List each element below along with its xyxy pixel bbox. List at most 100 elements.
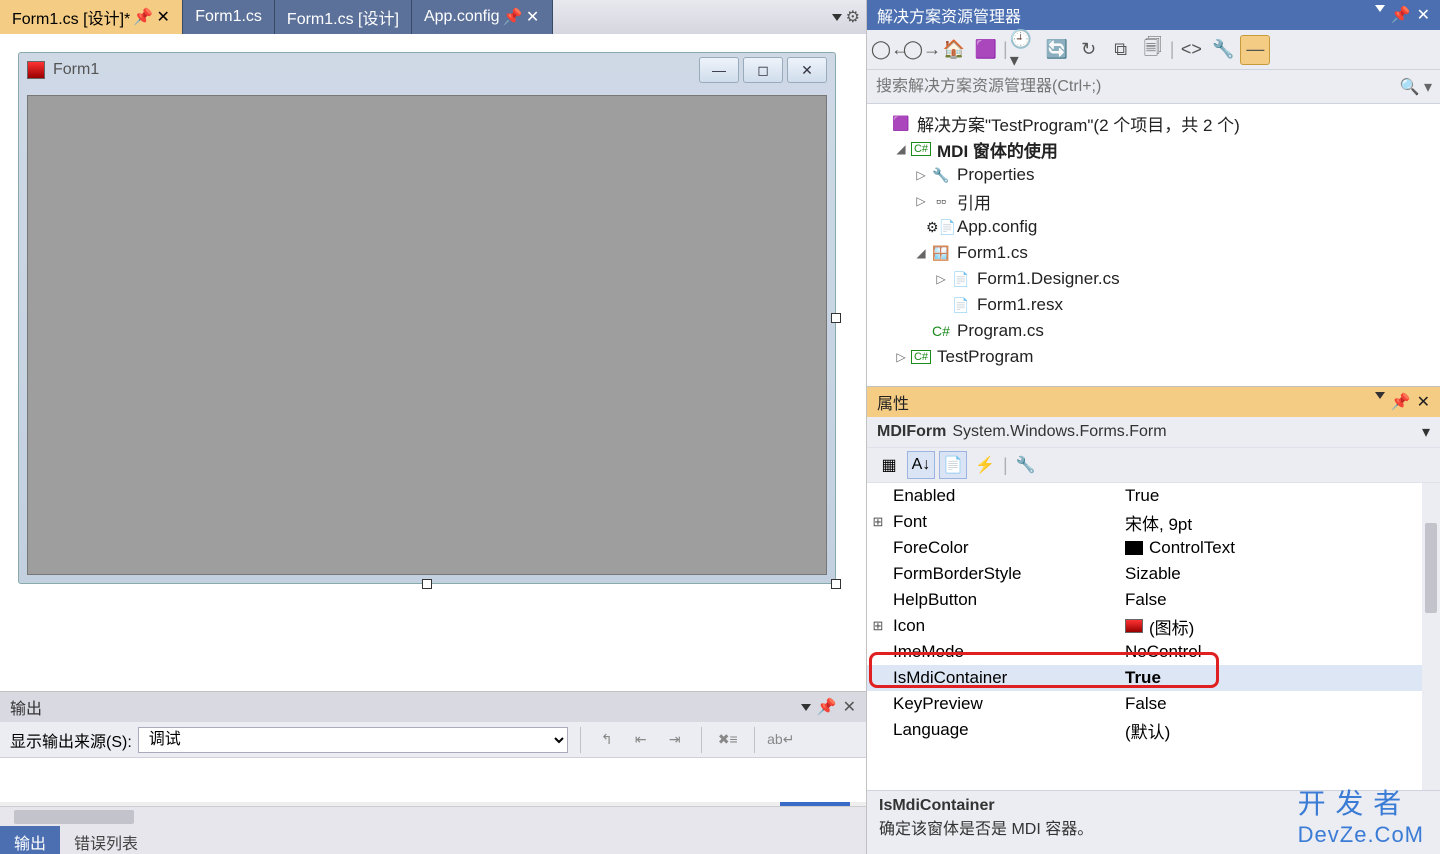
search-icon[interactable]: 🔍 ▾ — [1400, 77, 1432, 97]
refresh-icon[interactable]: ↻ — [1074, 35, 1104, 65]
step-next-icon[interactable]: ⇥ — [661, 727, 689, 753]
resx-file-icon: 📄 — [951, 296, 971, 314]
tree-form1-resx[interactable]: 📄Form1.resx — [867, 292, 1440, 318]
switch-view-icon[interactable]: 🟪 — [971, 35, 1001, 65]
output-header[interactable]: 输出 📌 ✕ — [0, 692, 866, 722]
tree-project-mdi[interactable]: ◢C#MDI 窗体的使用 — [867, 136, 1440, 162]
alphabetical-icon[interactable]: A↓ — [907, 451, 935, 479]
clear-icon[interactable]: ✖≡ — [714, 727, 742, 753]
tab-error-list[interactable]: 错误列表 — [60, 826, 152, 854]
wrench-icon[interactable]: 🔧 — [1208, 35, 1238, 65]
show-all-icon[interactable]: 🗐 — [1138, 35, 1168, 65]
properties-object-selector[interactable]: MDIForm System.Windows.Forms.Form ▾ — [867, 417, 1440, 447]
tree-app-config[interactable]: ⚙📄App.config — [867, 214, 1440, 240]
prop-row-helpbutton[interactable]: HelpButtonFalse — [867, 587, 1440, 613]
prop-row-forecolor[interactable]: ForeColorControlText — [867, 535, 1440, 561]
close-icon[interactable]: ✕ — [843, 697, 856, 717]
output-text[interactable] — [0, 758, 866, 802]
close-icon[interactable]: ✕ — [526, 10, 540, 24]
form-icon — [27, 61, 45, 79]
close-icon[interactable]: ✕ — [156, 10, 170, 24]
events-icon[interactable]: ⚡ — [971, 451, 999, 479]
tree-program[interactable]: C#Program.cs — [867, 318, 1440, 344]
minimize-button[interactable]: — — [699, 57, 739, 83]
back-icon[interactable]: ◯← — [875, 35, 905, 65]
prop-row-icon[interactable]: ⊞Icon(图标) — [867, 613, 1440, 639]
resize-handle-corner[interactable] — [831, 579, 841, 589]
properties-object-name: MDIForm — [877, 423, 946, 441]
form-icon — [1125, 619, 1143, 633]
vertical-scrollbar[interactable] — [1422, 483, 1440, 790]
prop-row-language[interactable]: Language(默认) — [867, 717, 1440, 743]
step-prev-icon[interactable]: ⇤ — [627, 727, 655, 753]
tab-form1-cs[interactable]: Form1.cs — [183, 0, 275, 34]
properties-icon[interactable]: 📄 — [939, 451, 967, 479]
prop-row-imemode[interactable]: ImeModeNoControl — [867, 639, 1440, 665]
mdi-client-area[interactable] — [27, 95, 827, 575]
output-panel: 输出 📌 ✕ 显示输出来源(S): 调试 ↰ ⇤ ⇥ ✖≡ ab↵ 输出 错误列表 — [0, 691, 866, 854]
dropdown-icon[interactable] — [1375, 392, 1385, 399]
close-button[interactable]: ✕ — [787, 57, 827, 83]
prop-row-ismdicontainer[interactable]: IsMdiContainerTrue — [867, 665, 1440, 691]
solution-search: 🔍 ▾ — [867, 70, 1440, 104]
wrench-icon: 🔧 — [931, 166, 951, 184]
color-swatch-icon — [1125, 541, 1143, 555]
output-source-select[interactable]: 调试 — [138, 727, 568, 753]
pin-icon[interactable]: 📌 — [817, 697, 837, 717]
tree-form1[interactable]: ◢🪟Form1.cs — [867, 240, 1440, 266]
tab-app-config[interactable]: App.config📌✕ — [412, 0, 553, 34]
wrap-icon[interactable]: ab↵ — [767, 727, 795, 753]
preview-icon[interactable]: — — [1240, 35, 1270, 65]
prop-row-formborderstyle[interactable]: FormBorderStyleSizable — [867, 561, 1440, 587]
pin-icon[interactable]: 📌 — [136, 10, 150, 24]
horizontal-scrollbar[interactable] — [0, 806, 866, 826]
resize-handle-bottom[interactable] — [422, 579, 432, 589]
tree-project-test[interactable]: ▷C#TestProgram — [867, 344, 1440, 370]
bottom-tabs: 输出 错误列表 — [0, 826, 866, 854]
gear-icon[interactable]: ⚙ — [846, 7, 860, 27]
dropdown-icon[interactable] — [801, 704, 811, 711]
tab-form1-design[interactable]: Form1.cs [设计] — [275, 0, 412, 34]
resize-handle-right[interactable] — [831, 313, 841, 323]
collapse-icon[interactable]: ⧉ — [1106, 35, 1136, 65]
code-icon[interactable]: <> — [1176, 35, 1206, 65]
dropdown-icon[interactable] — [832, 14, 842, 21]
csharp-project-icon: C# — [911, 140, 931, 158]
dropdown-icon[interactable] — [1375, 5, 1385, 12]
goto-prev-icon[interactable]: ↰ — [593, 727, 621, 753]
prop-row-enabled[interactable]: EnabledTrue — [867, 483, 1440, 509]
solution-tree[interactable]: 🟪解决方案"TestProgram"(2 个项目，共 2 个) ◢C#MDI 窗… — [867, 104, 1440, 386]
output-source-label: 显示输出来源(S): — [10, 728, 132, 752]
sync-icon[interactable]: 🔄 — [1042, 35, 1072, 65]
prop-row-keypreview[interactable]: KeyPreviewFalse — [867, 691, 1440, 717]
form-title-bar: Form1 — ◻ ✕ — [19, 53, 835, 87]
output-title: 输出 — [10, 695, 42, 719]
close-icon[interactable]: ✕ — [1417, 392, 1430, 412]
tree-references[interactable]: ▷▫▫引用 — [867, 188, 1440, 214]
output-toolbar: 显示输出来源(S): 调试 ↰ ⇤ ⇥ ✖≡ ab↵ — [0, 722, 866, 758]
form-designer[interactable]: Form1 — ◻ ✕ — [0, 34, 866, 691]
home-icon[interactable]: 🏠 — [939, 35, 969, 65]
pin-icon[interactable]: 📌 — [1391, 392, 1411, 412]
pin-icon[interactable]: 📌 — [506, 10, 520, 24]
close-icon[interactable]: ✕ — [1417, 5, 1430, 25]
prop-row-font[interactable]: ⊞Font宋体, 9pt — [867, 509, 1440, 535]
tree-properties[interactable]: ▷🔧Properties — [867, 162, 1440, 188]
categorized-icon[interactable]: ▦ — [875, 451, 903, 479]
tree-form1-designer[interactable]: ▷📄Form1.Designer.cs — [867, 266, 1440, 292]
pin-icon[interactable]: 📌 — [1391, 5, 1411, 25]
property-pages-icon[interactable]: 🔧 — [1012, 451, 1040, 479]
cs-file-icon: C# — [931, 322, 951, 340]
properties-grid[interactable]: EnabledTrue ⊞Font宋体, 9pt ForeColorContro… — [867, 483, 1440, 790]
tab-output[interactable]: 输出 — [0, 826, 60, 854]
tree-solution[interactable]: 🟪解决方案"TestProgram"(2 个项目，共 2 个) — [867, 110, 1440, 136]
properties-header[interactable]: 属性 📌✕ — [867, 387, 1440, 417]
solution-search-input[interactable] — [875, 74, 1400, 100]
maximize-button[interactable]: ◻ — [743, 57, 783, 83]
solution-explorer-header[interactable]: 解决方案资源管理器 📌✕ — [867, 0, 1440, 30]
tab-form1-design-mod[interactable]: Form1.cs [设计]*📌✕ — [0, 0, 183, 34]
history-icon[interactable]: 🕘▾ — [1010, 35, 1040, 65]
design-form-window[interactable]: Form1 — ◻ ✕ — [18, 52, 836, 584]
forward-icon[interactable]: ◯→ — [907, 35, 937, 65]
description-name: IsMdiContainer — [879, 797, 1428, 815]
